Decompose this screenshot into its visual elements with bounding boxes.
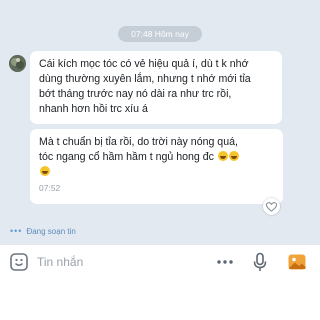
message-input-bar: Tin nhắn bbox=[0, 244, 320, 278]
message-bubble[interactable]: Cái kích mọc tóc có vẻ hiệu quả í, dù t … bbox=[30, 51, 282, 124]
message-line-with-emoji: tóc ngang cổ hầm hầm t ngủ hong đc bbox=[39, 150, 275, 165]
message-line: bớt tháng trước nay nó dài ra như trc rồ… bbox=[39, 88, 232, 100]
reaction-button[interactable] bbox=[263, 198, 280, 215]
laughing-tears-emoji bbox=[40, 166, 50, 176]
bottom-area bbox=[0, 278, 320, 320]
message-line: dùng thường xuyên lắm, nhưng t nhớ mới t… bbox=[39, 73, 251, 85]
more-icon[interactable] bbox=[214, 251, 236, 273]
image-icon[interactable] bbox=[286, 251, 308, 273]
message-line: nhanh hơn hồi trc xíu á bbox=[39, 103, 148, 115]
message-input[interactable]: Tin nhắn bbox=[37, 255, 83, 269]
message-time: 07:52 bbox=[39, 183, 61, 193]
typing-dots-icon: ••• bbox=[10, 226, 23, 236]
avatar-image bbox=[9, 55, 26, 72]
emoji-icon[interactable] bbox=[8, 251, 30, 273]
laughing-tears-emoji bbox=[228, 151, 239, 161]
heart-icon bbox=[266, 201, 277, 212]
message-line: Cái kích mọc tóc có vẻ hiệu quả í, dù t … bbox=[39, 58, 249, 70]
laughing-tears-emoji bbox=[217, 151, 228, 161]
message-emoji-line bbox=[39, 165, 275, 180]
message-bubble[interactable]: Mà t chuẩn bị tỉa rồi, do trời này nóng … bbox=[30, 129, 283, 204]
typing-indicator: ••• Đang soạn tin bbox=[10, 226, 76, 236]
chat-area: 07:48 Hôm nay Cái kích mọc tóc có vẻ hiệ… bbox=[0, 0, 320, 244]
message-line: Mà t chuẩn bị tỉa rồi, do trời này nóng … bbox=[39, 136, 238, 148]
microphone-icon[interactable] bbox=[249, 251, 271, 273]
avatar[interactable] bbox=[9, 55, 26, 72]
typing-text: Đang soạn tin bbox=[26, 226, 76, 236]
message-line: tóc ngang cổ hầm hầm t ngủ hong đc bbox=[39, 151, 214, 163]
date-divider: 07:48 Hôm nay bbox=[118, 26, 202, 42]
